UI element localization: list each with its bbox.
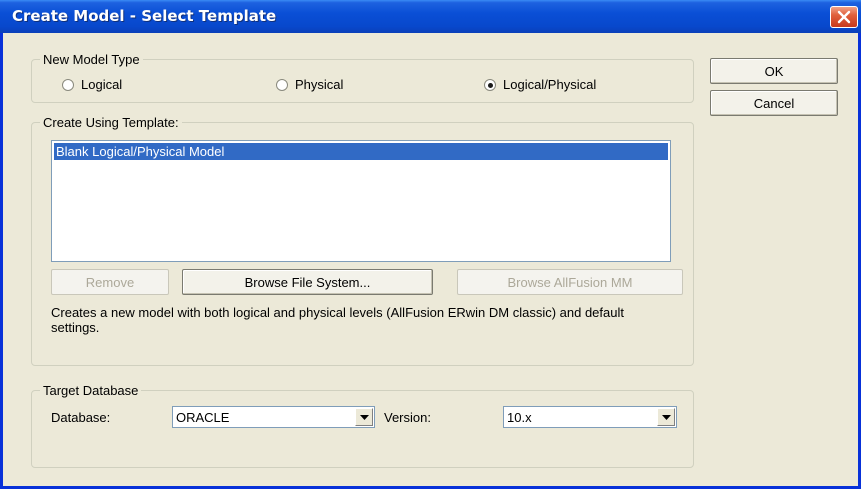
version-label: Version: [384, 410, 431, 425]
radio-physical[interactable]: Physical [276, 77, 343, 92]
version-dropdown-button[interactable] [657, 408, 675, 426]
cancel-button[interactable]: Cancel [710, 90, 838, 116]
window-title: Create Model - Select Template [12, 7, 277, 25]
template-description: Creates a new model with both logical an… [51, 305, 624, 335]
new-model-type-group: New Model Type Logical Physical Logical/… [31, 52, 694, 103]
radio-logical[interactable]: Logical [62, 77, 122, 92]
chevron-down-icon [661, 414, 671, 420]
browse-allfusion-mm-button[interactable]: Browse AllFusion MM [457, 269, 683, 295]
title-bar[interactable]: Create Model - Select Template [0, 0, 861, 33]
target-database-legend: Target Database [40, 383, 142, 398]
version-select[interactable]: 10.x [503, 406, 677, 428]
radio-logical-indicator[interactable] [62, 78, 74, 91]
radio-logical-physical[interactable]: Logical/Physical [484, 77, 596, 92]
close-button[interactable] [830, 6, 858, 28]
radio-physical-indicator[interactable] [276, 78, 288, 91]
radio-physical-label: Physical [295, 77, 344, 92]
ok-button[interactable]: OK [710, 58, 838, 84]
close-icon [837, 10, 851, 24]
database-label: Database: [51, 410, 111, 425]
version-select-value: 10.x [507, 410, 532, 425]
remove-button[interactable]: Remove [51, 269, 169, 295]
target-database-group: Target Database Database: ORACLE Version… [31, 383, 694, 468]
chevron-down-icon [359, 414, 369, 420]
template-legend: Create Using Template: [40, 115, 182, 130]
database-dropdown-button[interactable] [355, 408, 373, 426]
database-select[interactable]: ORACLE [172, 406, 375, 428]
radio-logical-physical-label: Logical/Physical [503, 77, 597, 92]
template-list[interactable]: Blank Logical/Physical Model [51, 140, 671, 262]
browse-file-system-button[interactable]: Browse File System... [182, 269, 433, 295]
radio-logical-label: Logical [81, 77, 123, 92]
list-item[interactable]: Blank Logical/Physical Model [54, 143, 668, 160]
dialog-window: Create Model - Select Template New Model… [0, 0, 861, 489]
template-group: Create Using Template: Blank Logical/Phy… [31, 115, 694, 366]
radio-logical-physical-indicator[interactable] [484, 78, 496, 91]
database-select-value: ORACLE [176, 410, 230, 425]
new-model-type-legend: New Model Type [40, 52, 143, 67]
